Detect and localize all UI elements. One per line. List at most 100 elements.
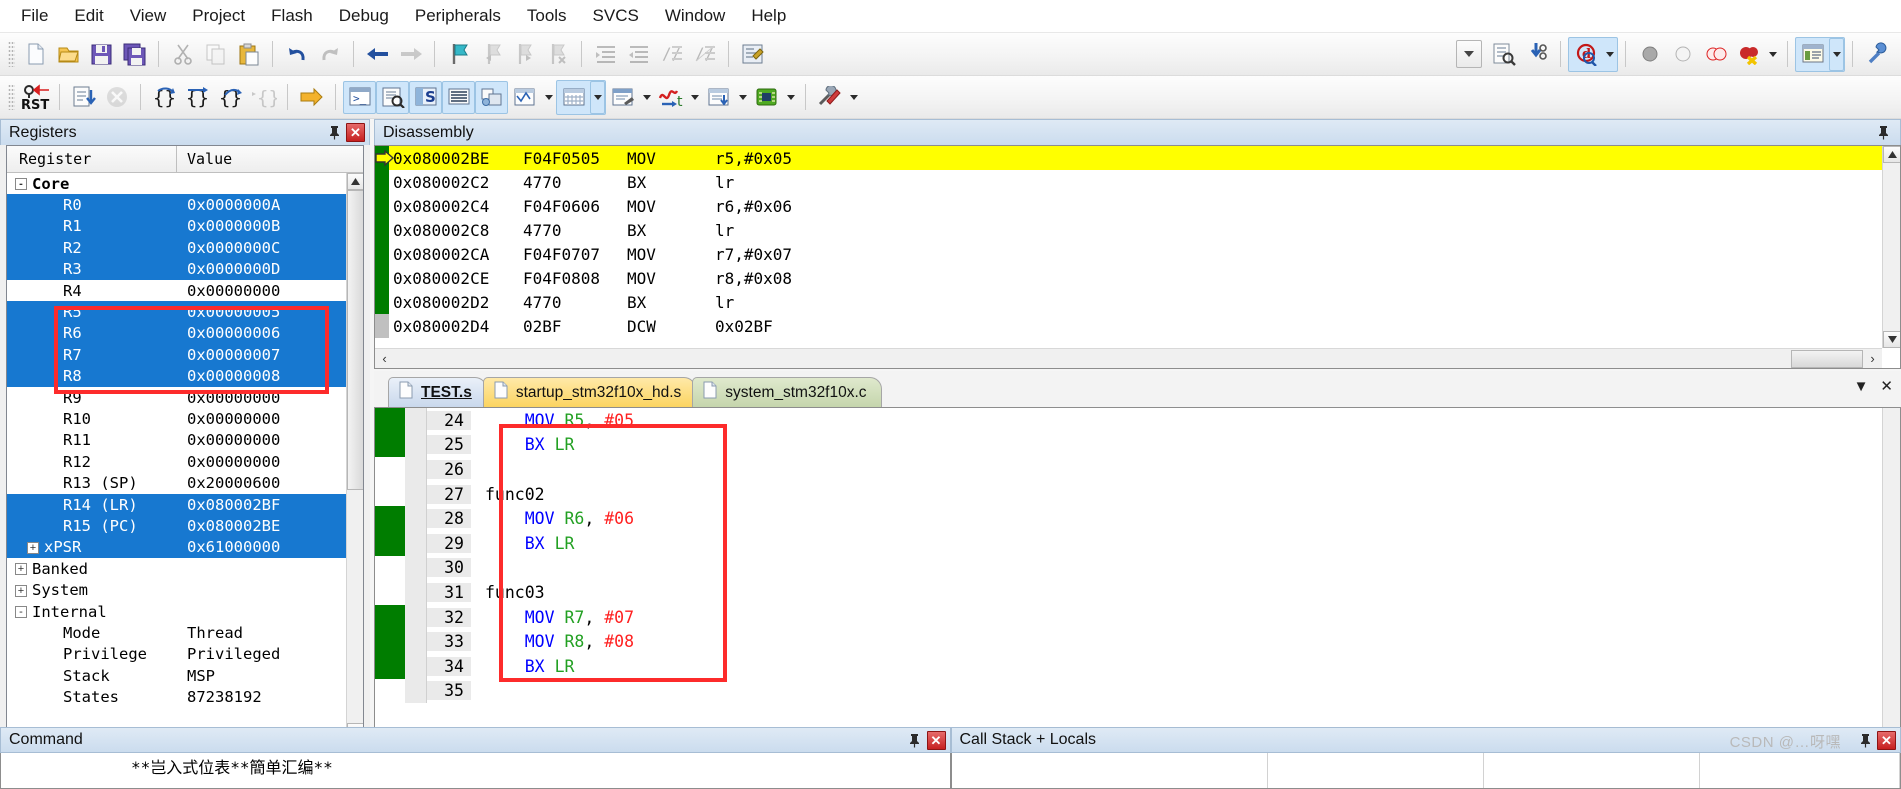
editor-line[interactable]: 28 MOV R6, #06 <box>375 506 1882 531</box>
disassembly-line[interactable]: 0x080002C2 4770 BX lr <box>375 170 1882 194</box>
expand-toggle-icon[interactable]: + <box>27 541 39 554</box>
register-row[interactable]: Stack MSP <box>7 665 346 686</box>
menu-item-peripherals[interactable]: Peripherals <box>402 2 514 30</box>
watch-windows-caret[interactable] <box>541 81 556 114</box>
analysis-windows-icon[interactable]: t <box>654 81 687 114</box>
disassembly-line[interactable]: 0x080002D4 02BF DCW 0x02BF <box>375 314 1882 338</box>
register-row[interactable]: R12 0x00000000 <box>7 451 346 472</box>
editor-tab-test-s[interactable]: TEST.s <box>388 377 487 407</box>
pin-icon[interactable] <box>325 122 343 144</box>
disable-all-breakpoints-icon[interactable] <box>1699 38 1732 71</box>
serial-windows-icon[interactable] <box>606 81 639 114</box>
manage-windows-icon[interactable] <box>1796 38 1829 71</box>
navigate-forward-icon[interactable] <box>394 38 427 71</box>
register-row[interactable]: R13 (SP) 0x20000600 <box>7 472 346 493</box>
system-viewer-icon[interactable] <box>750 81 783 114</box>
command-output[interactable]: **岂入式位表**簡单汇编** <box>0 753 951 789</box>
register-row[interactable]: - Core <box>7 173 346 194</box>
tab-list-dropdown-icon[interactable]: ▼ <box>1854 378 1869 395</box>
scroll-right-arrow[interactable]: › <box>1863 349 1882 368</box>
scroll-up-arrow[interactable] <box>347 173 363 190</box>
registers-tree[interactable]: Register Value - Core R0 0x0000000A R1 0x0000… <box>6 145 364 741</box>
disassembly-line[interactable]: 0x080002CA F04F0707 MOV r7,#0x07 <box>375 242 1882 266</box>
disassembly-view[interactable]: 0x080002BE F04F0505 MOV r5,#0x05 0x080002C2 4… <box>374 145 1901 369</box>
indent-icon[interactable] <box>589 38 622 71</box>
menu-item-svcs[interactable]: SVCS <box>580 2 652 30</box>
editor-line[interactable]: 34 BX LR <box>375 653 1882 679</box>
register-row[interactable]: R10 0x00000000 <box>7 408 346 429</box>
manage-windows-caret[interactable] <box>1829 37 1844 71</box>
step-over-icon[interactable]: {} <box>181 81 214 114</box>
save-icon[interactable] <box>85 38 118 71</box>
incremental-find-icon[interactable] <box>1520 38 1553 71</box>
serial-windows-caret[interactable] <box>639 81 654 114</box>
register-row[interactable]: R14 (LR) 0x080002BF <box>7 493 346 516</box>
enable-breakpoint-icon[interactable] <box>1666 38 1699 71</box>
memory-windows-icon[interactable] <box>557 81 590 114</box>
editor-line[interactable]: 31 func03 <box>375 580 1882 605</box>
call-stack-table[interactable] <box>950 753 1901 789</box>
editor-line[interactable]: 32 MOV R7, #07 <box>375 604 1882 630</box>
menu-item-help[interactable]: Help <box>738 2 799 30</box>
uncomment-icon[interactable]: // <box>688 38 721 71</box>
close-icon[interactable]: ✕ <box>1877 730 1896 750</box>
disassembly-line[interactable]: 0x080002C4 F04F0606 MOV r6,#0x06 <box>375 194 1882 218</box>
bookmark-gutter[interactable] <box>405 629 427 654</box>
find-in-files-icon[interactable] <box>1487 38 1520 71</box>
menu-item-flash[interactable]: Flash <box>258 2 326 30</box>
menu-item-view[interactable]: View <box>117 2 180 30</box>
disassembly-line-list[interactable]: 0x080002BE F04F0505 MOV r5,#0x05 0x080002C2 4… <box>375 146 1882 346</box>
collapse-toggle-icon[interactable]: - <box>15 606 27 618</box>
open-file-icon[interactable] <box>52 38 85 71</box>
find-dropdown-caret[interactable] <box>1602 38 1617 71</box>
tab-close-icon[interactable]: ✕ <box>1880 377 1893 395</box>
disassembly-horizontal-scrollbar[interactable]: ‹ › <box>375 348 1882 368</box>
kill-breakpoints-caret[interactable] <box>1765 38 1780 71</box>
pin-icon[interactable] <box>1874 122 1892 144</box>
bookmark-gutter[interactable] <box>405 408 427 433</box>
register-row[interactable]: R2 0x0000000C <box>7 237 346 259</box>
toolbox-icon[interactable] <box>813 81 846 114</box>
pin-icon[interactable] <box>1856 729 1874 751</box>
register-row[interactable]: States 87238192 <box>7 686 346 707</box>
register-row[interactable]: R8 0x00000008 <box>7 365 346 387</box>
run-icon[interactable] <box>67 81 100 114</box>
scroll-up-arrow[interactable] <box>1883 146 1900 163</box>
bookmark-gutter[interactable] <box>405 481 427 507</box>
bookmark-prev-icon[interactable] <box>475 38 508 71</box>
editor-line[interactable]: 26 <box>375 457 1882 482</box>
editor-line[interactable]: 27 func02 <box>375 481 1882 507</box>
bookmark-gutter[interactable] <box>405 457 427 482</box>
register-row[interactable]: Mode Thread <box>7 622 346 643</box>
disassembly-line[interactable]: 0x080002CE F04F0808 MOV r8,#0x08 <box>375 266 1882 290</box>
comment-icon[interactable]: // <box>655 38 688 71</box>
bookmark-gutter[interactable] <box>405 604 427 630</box>
memory-windows-caret[interactable] <box>590 80 605 114</box>
configure-icon[interactable] <box>1860 38 1893 71</box>
paste-icon[interactable] <box>232 38 265 71</box>
kill-all-breakpoints-icon[interactable] <box>1732 38 1765 71</box>
analysis-windows-caret[interactable] <box>687 81 702 114</box>
run-to-cursor-icon[interactable]: {} <box>247 81 280 114</box>
register-row[interactable]: R15 (PC) 0x080002BE <box>7 515 346 537</box>
disassembly-line[interactable]: 0x080002C8 4770 BX lr <box>375 218 1882 242</box>
save-all-icon[interactable] <box>118 38 151 71</box>
register-row[interactable]: R11 0x00000000 <box>7 430 346 451</box>
register-row[interactable]: R1 0x0000000B <box>7 215 346 238</box>
find-icon[interactable]: d <box>1569 38 1602 71</box>
bookmark-gutter[interactable] <box>405 678 427 704</box>
editor-line[interactable]: 24 MOV R5, #05 <box>375 408 1882 433</box>
bookmark-gutter[interactable] <box>405 555 427 581</box>
scroll-down-arrow[interactable] <box>1883 331 1900 348</box>
register-row[interactable]: R7 0x00000007 <box>7 344 346 366</box>
disassembly-vertical-scrollbar[interactable] <box>1882 146 1900 348</box>
editor-line[interactable]: 25 BX LR <box>375 432 1882 458</box>
insert-breakpoint-icon[interactable] <box>1633 38 1666 71</box>
redo-icon[interactable] <box>313 38 346 71</box>
pin-icon[interactable] <box>906 729 924 751</box>
bookmark-gutter[interactable] <box>405 653 427 679</box>
stop-icon[interactable] <box>100 81 133 114</box>
menu-item-file[interactable]: File <box>8 2 61 30</box>
close-icon[interactable]: ✕ <box>346 123 365 142</box>
registers-row-list[interactable]: - Core R0 0x0000000A R1 0x0000000B R2 0x0000000… <box>7 173 346 740</box>
